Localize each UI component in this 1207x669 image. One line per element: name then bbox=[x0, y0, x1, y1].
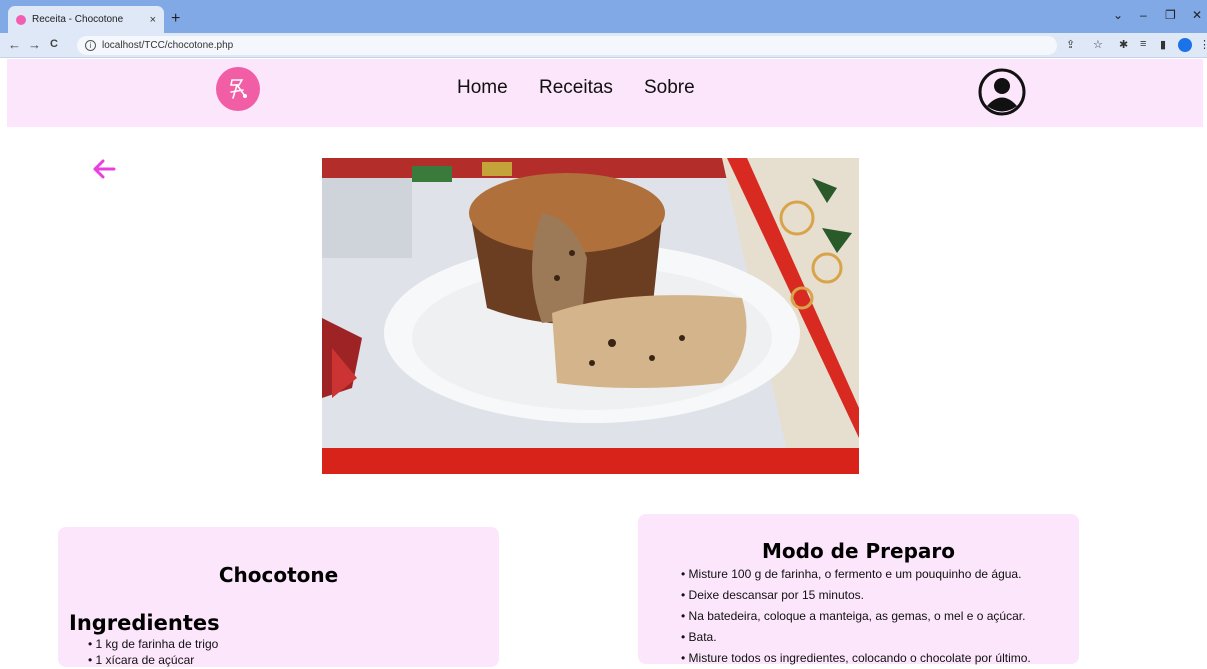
forward-nav-icon[interactable]: → bbox=[28, 37, 41, 52]
ingredients-heading: Ingredientes bbox=[69, 611, 220, 635]
list-item: Bata. bbox=[681, 627, 1031, 648]
ingredients-list: 1 kg de farinha de trigo 1 xícara de açú… bbox=[88, 636, 219, 668]
browser-toolbar: ← → C i localhost/TCC/chocotone.php ⇪ ☆ … bbox=[0, 33, 1207, 58]
profile-icon[interactable] bbox=[1178, 38, 1192, 52]
favicon-icon bbox=[16, 14, 26, 25]
close-window-button[interactable]: ✕ bbox=[1192, 8, 1202, 22]
tab-close-button[interactable]: × bbox=[150, 14, 156, 26]
share-icon[interactable]: ⇪ bbox=[1066, 38, 1075, 51]
restore-button[interactable]: ❐ bbox=[1165, 8, 1176, 22]
tab-search-icon[interactable]: ⌄ bbox=[1113, 8, 1123, 22]
list-item: Na batedeira, coloque a manteiga, as gem… bbox=[681, 606, 1031, 627]
nav-sobre[interactable]: Sobre bbox=[644, 77, 695, 99]
back-nav-icon[interactable]: ← bbox=[8, 37, 21, 52]
preparation-card: Modo de Preparo Misture 100 g de farinha… bbox=[638, 514, 1079, 665]
list-item: Misture 100 g de farinha, o fermento e u… bbox=[681, 564, 1031, 585]
steps-list: Misture 100 g de farinha, o fermento e u… bbox=[681, 564, 1031, 669]
browser-tab[interactable]: Receita - Chocotone × bbox=[8, 6, 164, 33]
sidebar-icon[interactable]: ▮ bbox=[1160, 38, 1166, 51]
list-item: 1 kg de farinha de trigo bbox=[88, 636, 219, 652]
ingredients-card: Chocotone Ingredientes 1 kg de farinha d… bbox=[58, 527, 499, 667]
bookmark-icon[interactable]: ☆ bbox=[1093, 38, 1103, 51]
nav-receitas[interactable]: Receitas bbox=[539, 77, 613, 99]
address-bar[interactable]: i localhost/TCC/chocotone.php bbox=[77, 36, 1057, 55]
site-info-icon[interactable]: i bbox=[85, 40, 96, 51]
url-text: localhost/TCC/chocotone.php bbox=[102, 40, 234, 51]
recipe-photo bbox=[322, 158, 859, 474]
site-header: Home Receitas Sobre bbox=[7, 59, 1203, 127]
reload-icon[interactable]: C bbox=[50, 38, 58, 50]
tab-title: Receita - Chocotone bbox=[32, 14, 124, 25]
more-menu-icon[interactable]: ⋮ bbox=[1199, 38, 1207, 51]
list-item: Misture todos os ingredientes, colocando… bbox=[681, 648, 1031, 669]
extensions-icon[interactable]: ✱ bbox=[1119, 38, 1128, 51]
minimize-button[interactable]: – bbox=[1140, 8, 1147, 22]
preparation-heading: Modo de Preparo bbox=[761, 539, 955, 563]
site-logo-icon[interactable] bbox=[216, 67, 260, 111]
new-tab-button[interactable]: + bbox=[171, 10, 180, 28]
back-arrow-icon[interactable] bbox=[90, 155, 118, 183]
reading-list-icon[interactable]: ≡ bbox=[1140, 38, 1146, 50]
recipe-title: Chocotone bbox=[218, 563, 339, 587]
browser-tab-bar: Receita - Chocotone × + ⌄ – ❐ ✕ bbox=[0, 0, 1207, 33]
user-account-icon[interactable] bbox=[977, 67, 1027, 117]
nav-home[interactable]: Home bbox=[457, 77, 508, 99]
list-item: 1 xícara de açúcar bbox=[88, 652, 218, 668]
list-item: Deixe descansar por 15 minutos. bbox=[681, 585, 1031, 606]
